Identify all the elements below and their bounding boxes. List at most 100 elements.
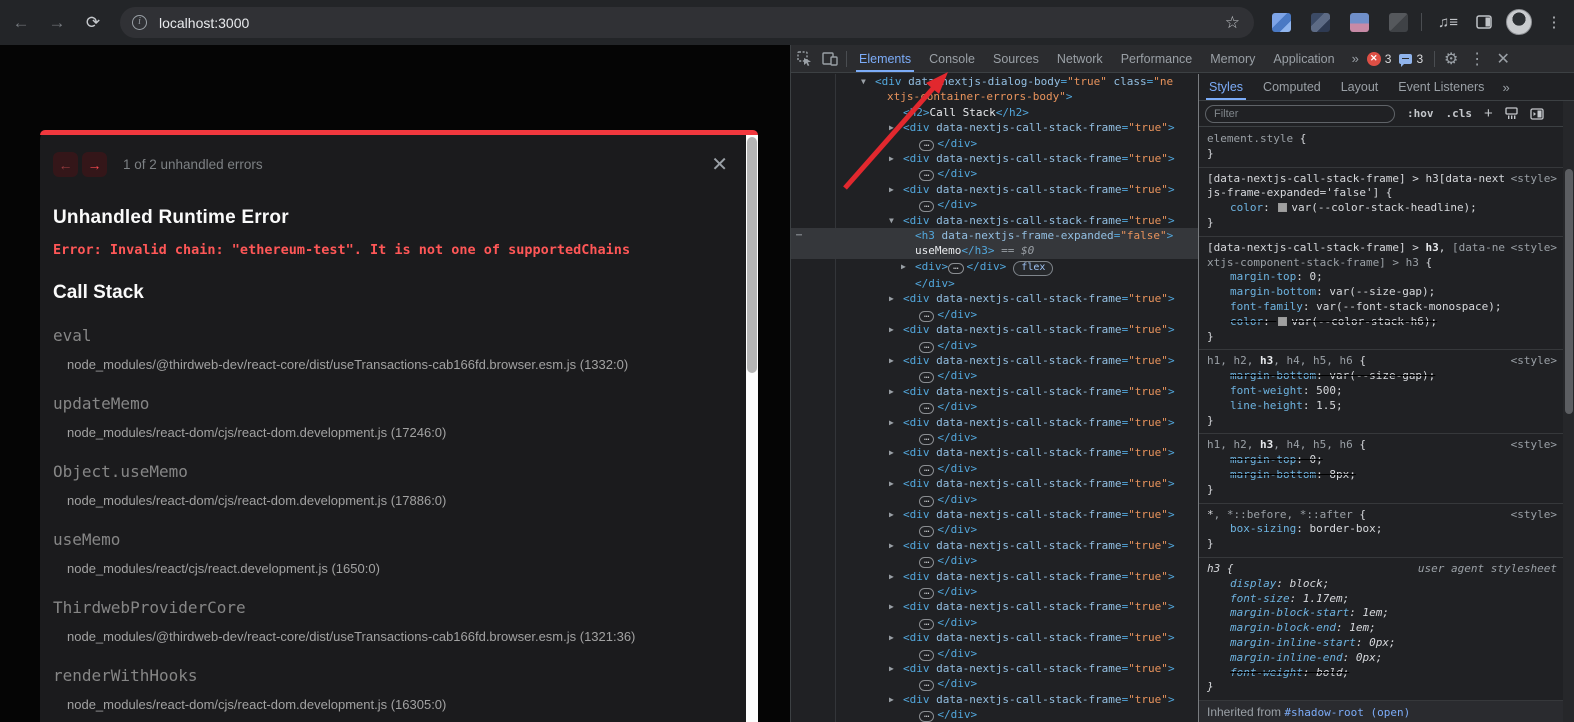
inline-expand-icon[interactable]: … bbox=[948, 263, 963, 274]
stylesheet-source-link[interactable]: user agent stylesheet bbox=[1418, 562, 1557, 577]
settings-gear-icon[interactable]: ⚙ bbox=[1438, 49, 1464, 69]
extension-icon-4[interactable] bbox=[1389, 13, 1408, 32]
devtools-tab-memory[interactable]: Memory bbox=[1201, 45, 1264, 72]
dom-tree-node[interactable]: useMemo</h3> == $0 bbox=[791, 243, 1198, 258]
dom-tree-node[interactable]: …</div> bbox=[791, 707, 1198, 722]
expand-arrow-icon[interactable]: ▶ bbox=[889, 538, 894, 553]
rule-selector[interactable]: h1, h2, h3, h4, h5, h6 { bbox=[1207, 438, 1557, 453]
expand-arrow-icon[interactable]: ▶ bbox=[901, 259, 906, 274]
css-declaration[interactable]: color: var(--color-stack-headline); bbox=[1207, 201, 1557, 216]
dom-tree-node[interactable]: ▶<div data-nextjs-call-stack-frame="true… bbox=[791, 322, 1198, 337]
extension-icon-2[interactable] bbox=[1311, 13, 1330, 32]
previous-error-button[interactable]: ← bbox=[53, 152, 78, 177]
close-icon[interactable]: ✕ bbox=[711, 152, 728, 177]
dom-tree-node[interactable]: ▶<div data-nextjs-call-stack-frame="true… bbox=[791, 384, 1198, 399]
dom-tree-node[interactable]: …</div> bbox=[791, 646, 1198, 661]
dom-tree-node[interactable]: ▼<div data-nextjs-call-stack-frame="true… bbox=[791, 213, 1198, 228]
dom-tree-node[interactable]: ▶<div data-nextjs-call-stack-frame="true… bbox=[791, 507, 1198, 522]
css-declaration[interactable]: margin-bottom: var(--size-gap); bbox=[1207, 285, 1557, 300]
dialog-scrollbar[interactable] bbox=[746, 135, 758, 722]
error-count-icon[interactable]: ✕ bbox=[1367, 52, 1381, 66]
more-tabs-icon[interactable]: » bbox=[1344, 51, 1367, 66]
inline-expand-icon[interactable]: … bbox=[919, 140, 934, 151]
sidebar-tab-event-listeners[interactable]: Event Listeners bbox=[1388, 74, 1494, 100]
inline-expand-icon[interactable]: … bbox=[919, 372, 934, 383]
rule-selector[interactable]: *, *::before, *::after { bbox=[1207, 508, 1557, 523]
toggle-class-button[interactable]: .cls bbox=[1446, 107, 1473, 120]
css-declaration[interactable]: margin-top: 0; bbox=[1207, 270, 1557, 285]
side-panel-icon[interactable] bbox=[1470, 8, 1498, 36]
sidebar-tab-computed[interactable]: Computed bbox=[1253, 74, 1331, 100]
dom-tree-node[interactable]: …</div> bbox=[791, 307, 1198, 322]
inline-expand-icon[interactable]: … bbox=[919, 619, 934, 630]
devtools-tab-network[interactable]: Network bbox=[1048, 45, 1112, 72]
inline-expand-icon[interactable]: … bbox=[919, 557, 934, 568]
expand-arrow-icon[interactable]: ▶ bbox=[889, 661, 894, 676]
devtools-menu-icon[interactable]: ⋮ bbox=[1464, 49, 1490, 69]
rule-selector[interactable]: [data-nextjs-call-stack-frame] > h3[data… bbox=[1207, 172, 1557, 202]
styles-scrollbar-thumb[interactable] bbox=[1565, 169, 1573, 414]
dom-tree-node[interactable]: …</div> bbox=[791, 136, 1198, 151]
dom-tree-node[interactable]: …</div> bbox=[791, 492, 1198, 507]
expand-arrow-icon[interactable]: ▶ bbox=[889, 151, 894, 166]
sidebar-more-tabs-icon[interactable]: » bbox=[1494, 80, 1517, 95]
dom-tree-node[interactable]: …</div> bbox=[791, 197, 1198, 212]
inline-expand-icon[interactable]: … bbox=[919, 680, 934, 691]
dom-tree-node[interactable]: ▶<div data-nextjs-call-stack-frame="true… bbox=[791, 661, 1198, 676]
stack-frame-location[interactable]: node_modules/@thirdweb-dev/react-core/di… bbox=[67, 629, 742, 644]
address-bar[interactable]: i localhost:3000 ☆ bbox=[120, 7, 1254, 38]
dom-tree-node[interactable]: …</div> bbox=[791, 553, 1198, 568]
back-icon[interactable]: ← bbox=[6, 8, 36, 38]
sidebar-tab-layout[interactable]: Layout bbox=[1331, 74, 1389, 100]
inspect-element-icon[interactable] bbox=[791, 49, 817, 69]
css-declaration[interactable]: line-height: 1.5; bbox=[1207, 399, 1557, 414]
dom-tree-node[interactable]: ▶<div data-nextjs-call-stack-frame="true… bbox=[791, 151, 1198, 166]
css-declaration[interactable]: margin-bottom: 8px; bbox=[1207, 468, 1557, 483]
dom-tree-node[interactable]: …</div> bbox=[791, 430, 1198, 445]
stylesheet-source-link[interactable]: <style> bbox=[1511, 241, 1557, 256]
inline-expand-icon[interactable]: … bbox=[919, 434, 934, 445]
inline-expand-icon[interactable]: … bbox=[919, 465, 934, 476]
devtools-tab-application[interactable]: Application bbox=[1264, 45, 1343, 72]
stylesheet-source-link[interactable]: <style> bbox=[1511, 172, 1557, 187]
stylesheet-source-link[interactable]: <style> bbox=[1511, 508, 1557, 523]
site-info-icon[interactable]: i bbox=[132, 15, 147, 30]
inline-expand-icon[interactable]: … bbox=[919, 170, 934, 181]
dom-tree-node[interactable]: ▶<div>…</div>flex bbox=[791, 259, 1198, 276]
styles-filter-input[interactable] bbox=[1205, 105, 1395, 123]
dom-tree-node[interactable]: ▶<div data-nextjs-call-stack-frame="true… bbox=[791, 476, 1198, 491]
dialog-scrollbar-thumb[interactable] bbox=[747, 137, 757, 373]
dom-tree-node[interactable]: xtjs-container-errors-body"> bbox=[791, 89, 1198, 104]
expand-arrow-icon[interactable]: ▶ bbox=[889, 599, 894, 614]
stack-frame-location[interactable]: node_modules/react-dom/cjs/react-dom.dev… bbox=[67, 425, 742, 440]
extension-icon-3[interactable] bbox=[1350, 13, 1369, 32]
dom-tree-node[interactable]: ▶<div data-nextjs-call-stack-frame="true… bbox=[791, 538, 1198, 553]
expand-arrow-icon[interactable]: ▶ bbox=[889, 415, 894, 430]
dom-tree-node[interactable]: <h2>Call Stack</h2> bbox=[791, 105, 1198, 120]
dom-tree-node[interactable]: ▼<div data-nextjs-dialog-body="true" cla… bbox=[791, 74, 1198, 89]
bookmark-star-icon[interactable]: ☆ bbox=[1225, 13, 1240, 33]
dom-tree-node[interactable]: …</div> bbox=[791, 522, 1198, 537]
node-menu-dots-icon[interactable]: ⋯ bbox=[796, 228, 803, 243]
expand-arrow-icon[interactable]: ▶ bbox=[889, 120, 894, 135]
expand-arrow-icon[interactable]: ▶ bbox=[889, 384, 894, 399]
expand-arrow-icon[interactable]: ▶ bbox=[889, 353, 894, 368]
stack-frame-location[interactable]: node_modules/react/cjs/react.development… bbox=[67, 561, 742, 576]
rule-selector[interactable]: h1, h2, h3, h4, h5, h6 { bbox=[1207, 354, 1557, 369]
reload-icon[interactable]: ⟳ bbox=[78, 8, 108, 38]
inline-expand-icon[interactable]: … bbox=[919, 403, 934, 414]
css-declaration[interactable]: font-weight: bold; bbox=[1207, 666, 1557, 681]
dom-tree-node[interactable]: ▶<div data-nextjs-call-stack-frame="true… bbox=[791, 630, 1198, 645]
inline-expand-icon[interactable]: … bbox=[919, 201, 934, 212]
inline-expand-icon[interactable]: … bbox=[919, 311, 934, 322]
expand-arrow-icon[interactable]: ▶ bbox=[889, 507, 894, 522]
dom-tree-node[interactable]: ▶<div data-nextjs-call-stack-frame="true… bbox=[791, 353, 1198, 368]
profile-avatar[interactable] bbox=[1506, 9, 1532, 35]
inline-expand-icon[interactable]: … bbox=[919, 526, 934, 537]
css-declaration[interactable]: margin-bottom: var(--size-gap); bbox=[1207, 369, 1557, 384]
dom-tree-node[interactable]: ▶<div data-nextjs-call-stack-frame="true… bbox=[791, 415, 1198, 430]
browser-menu-icon[interactable]: ⋮ bbox=[1540, 8, 1568, 36]
color-swatch[interactable] bbox=[1278, 203, 1287, 212]
css-declaration[interactable]: display: block; bbox=[1207, 577, 1557, 592]
url-text[interactable]: localhost:3000 bbox=[159, 15, 1225, 31]
